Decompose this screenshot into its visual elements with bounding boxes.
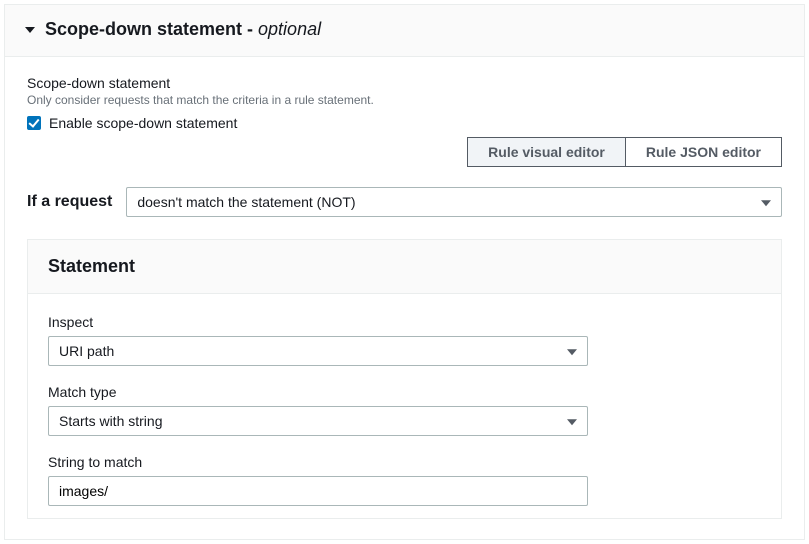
enable-scope-label: Enable scope-down statement bbox=[49, 115, 237, 131]
chevron-down-icon bbox=[567, 349, 577, 355]
checkbox-checked-icon[interactable] bbox=[27, 116, 41, 130]
match-type-select[interactable]: Starts with string bbox=[48, 406, 588, 436]
request-condition-select[interactable]: doesn't match the statement (NOT) bbox=[126, 187, 782, 217]
match-type-field: Match type Starts with string bbox=[48, 384, 761, 436]
if-request-row: If a request doesn't match the statement… bbox=[27, 187, 782, 217]
panel-header[interactable]: Scope-down statement - optional bbox=[5, 5, 804, 57]
statement-body: Inspect URI path Match type Starts with … bbox=[28, 294, 781, 518]
inspect-select[interactable]: URI path bbox=[48, 336, 588, 366]
string-match-label: String to match bbox=[48, 454, 761, 470]
inspect-value: URI path bbox=[59, 343, 114, 359]
panel-body: Scope-down statement Only consider reque… bbox=[5, 57, 804, 539]
inspect-field: Inspect URI path bbox=[48, 314, 761, 366]
rule-json-editor-button[interactable]: Rule JSON editor bbox=[625, 137, 782, 167]
enable-scope-checkbox-row[interactable]: Enable scope-down statement bbox=[27, 115, 782, 131]
if-request-label: If a request bbox=[27, 193, 112, 211]
request-condition-value: doesn't match the statement (NOT) bbox=[137, 194, 355, 210]
rule-visual-editor-button[interactable]: Rule visual editor bbox=[467, 137, 625, 167]
scope-label: Scope-down statement bbox=[27, 75, 782, 91]
statement-panel: Statement Inspect URI path Match type St… bbox=[27, 239, 782, 519]
chevron-down-icon bbox=[567, 419, 577, 425]
editor-mode-segments: Rule visual editor Rule JSON editor bbox=[27, 137, 782, 167]
string-match-field: String to match bbox=[48, 454, 761, 506]
scope-hint: Only consider requests that match the cr… bbox=[27, 93, 782, 107]
statement-title: Statement bbox=[28, 240, 781, 294]
title-optional: optional bbox=[258, 19, 321, 39]
inspect-label: Inspect bbox=[48, 314, 761, 330]
title-sep: - bbox=[242, 19, 258, 39]
chevron-down-icon bbox=[761, 200, 771, 206]
match-type-label: Match type bbox=[48, 384, 761, 400]
scope-down-panel: Scope-down statement - optional Scope-do… bbox=[4, 4, 805, 540]
panel-title: Scope-down statement - optional bbox=[45, 19, 321, 40]
string-match-input[interactable] bbox=[48, 476, 588, 506]
match-type-value: Starts with string bbox=[59, 413, 162, 429]
title-main: Scope-down statement bbox=[45, 19, 242, 39]
chevron-down-icon bbox=[25, 27, 35, 33]
